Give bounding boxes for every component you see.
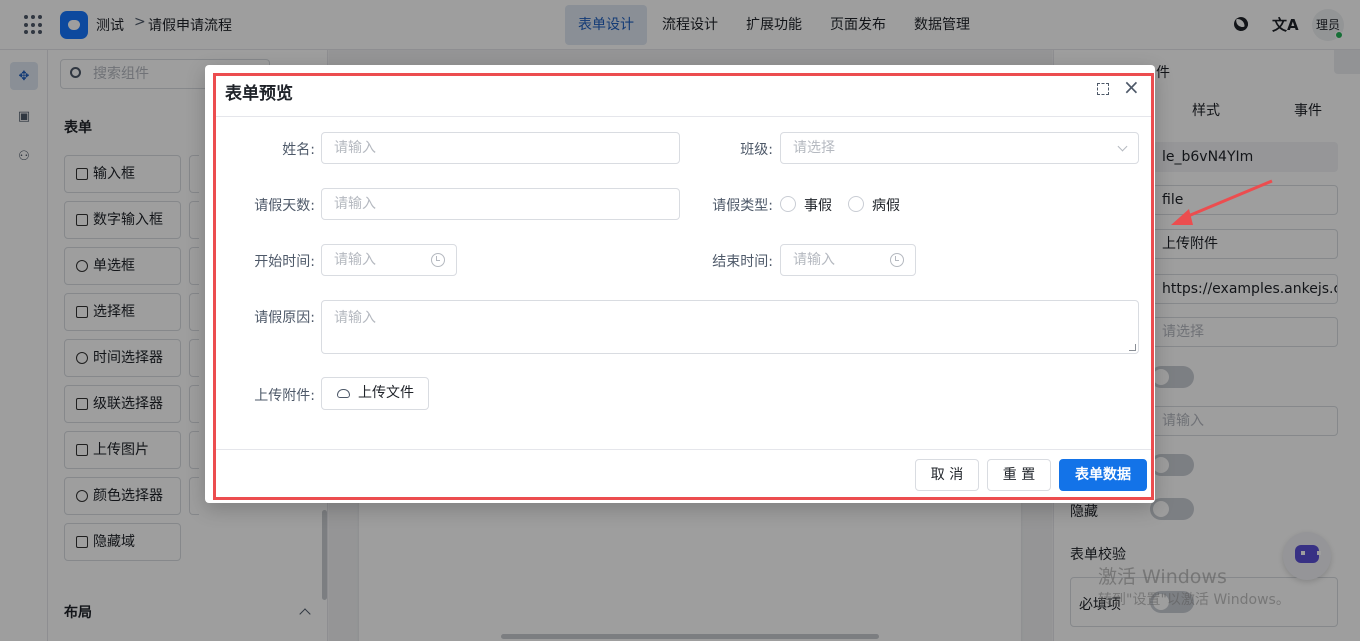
end-time-label: 结束时间: [712,254,773,270]
annotation-arrow [1171,179,1273,225]
name-input[interactable]: 请输入 [321,132,680,164]
start-time-label: 开始时间: [254,254,315,270]
upload-file-button[interactable]: 上传文件 [321,377,429,410]
attachment-label: 上传附件: [254,388,315,404]
reason-textarea[interactable]: 请输入 [321,300,1139,354]
chevron-down-icon [1117,141,1128,152]
radio-sick-leave[interactable] [848,196,864,212]
reset-button[interactable]: 重 置 [987,459,1051,491]
form-preview-modal: 表单预览 × 姓名: 请输入 班级: 请选择 请假天数: 请输入 请假类型: 事… [205,65,1155,503]
resize-handle-icon[interactable] [1129,344,1136,351]
fullscreen-icon[interactable] [1097,83,1109,95]
days-label: 请假天数: [254,198,315,214]
clock-icon [431,253,445,267]
cloud-upload-icon [337,389,350,398]
radio-personal-leave-label[interactable]: 事假 [804,195,832,215]
close-icon[interactable]: × [1123,77,1140,97]
modal-header-divider [213,116,1152,117]
class-select[interactable]: 请选择 [780,132,1139,164]
modal-title: 表单预览 [225,84,293,104]
reason-label: 请假原因: [254,310,315,326]
class-label: 班级: [740,142,773,158]
end-time-input[interactable]: 请输入 [780,244,916,276]
modal-footer-divider [213,449,1152,450]
radio-sick-leave-label[interactable]: 病假 [872,195,900,215]
type-label: 请假类型: [712,198,773,214]
clock-icon [890,253,904,267]
form-data-button[interactable]: 表单数据 [1059,459,1147,491]
start-time-input[interactable]: 请输入 [321,244,457,276]
radio-personal-leave[interactable] [780,196,796,212]
days-input[interactable]: 请输入 [321,188,680,220]
cancel-button[interactable]: 取 消 [915,459,979,491]
name-label: 姓名: [282,142,315,158]
